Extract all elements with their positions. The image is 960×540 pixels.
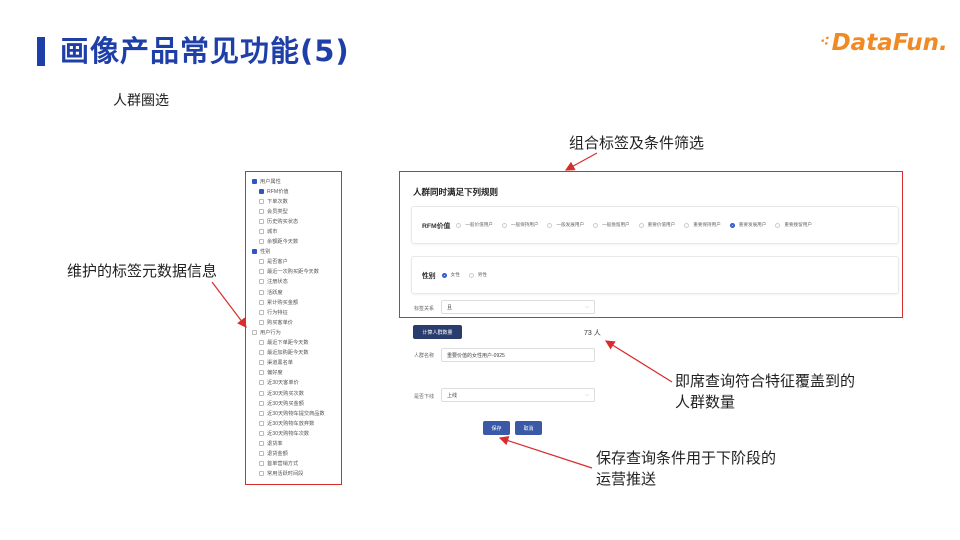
annotation-arrows xyxy=(211,152,673,469)
arrow-instant-count xyxy=(604,340,673,383)
arrow-maintained-tags xyxy=(211,281,247,328)
arrow-combo-filter xyxy=(564,152,598,171)
arrow-save-query xyxy=(498,436,593,469)
